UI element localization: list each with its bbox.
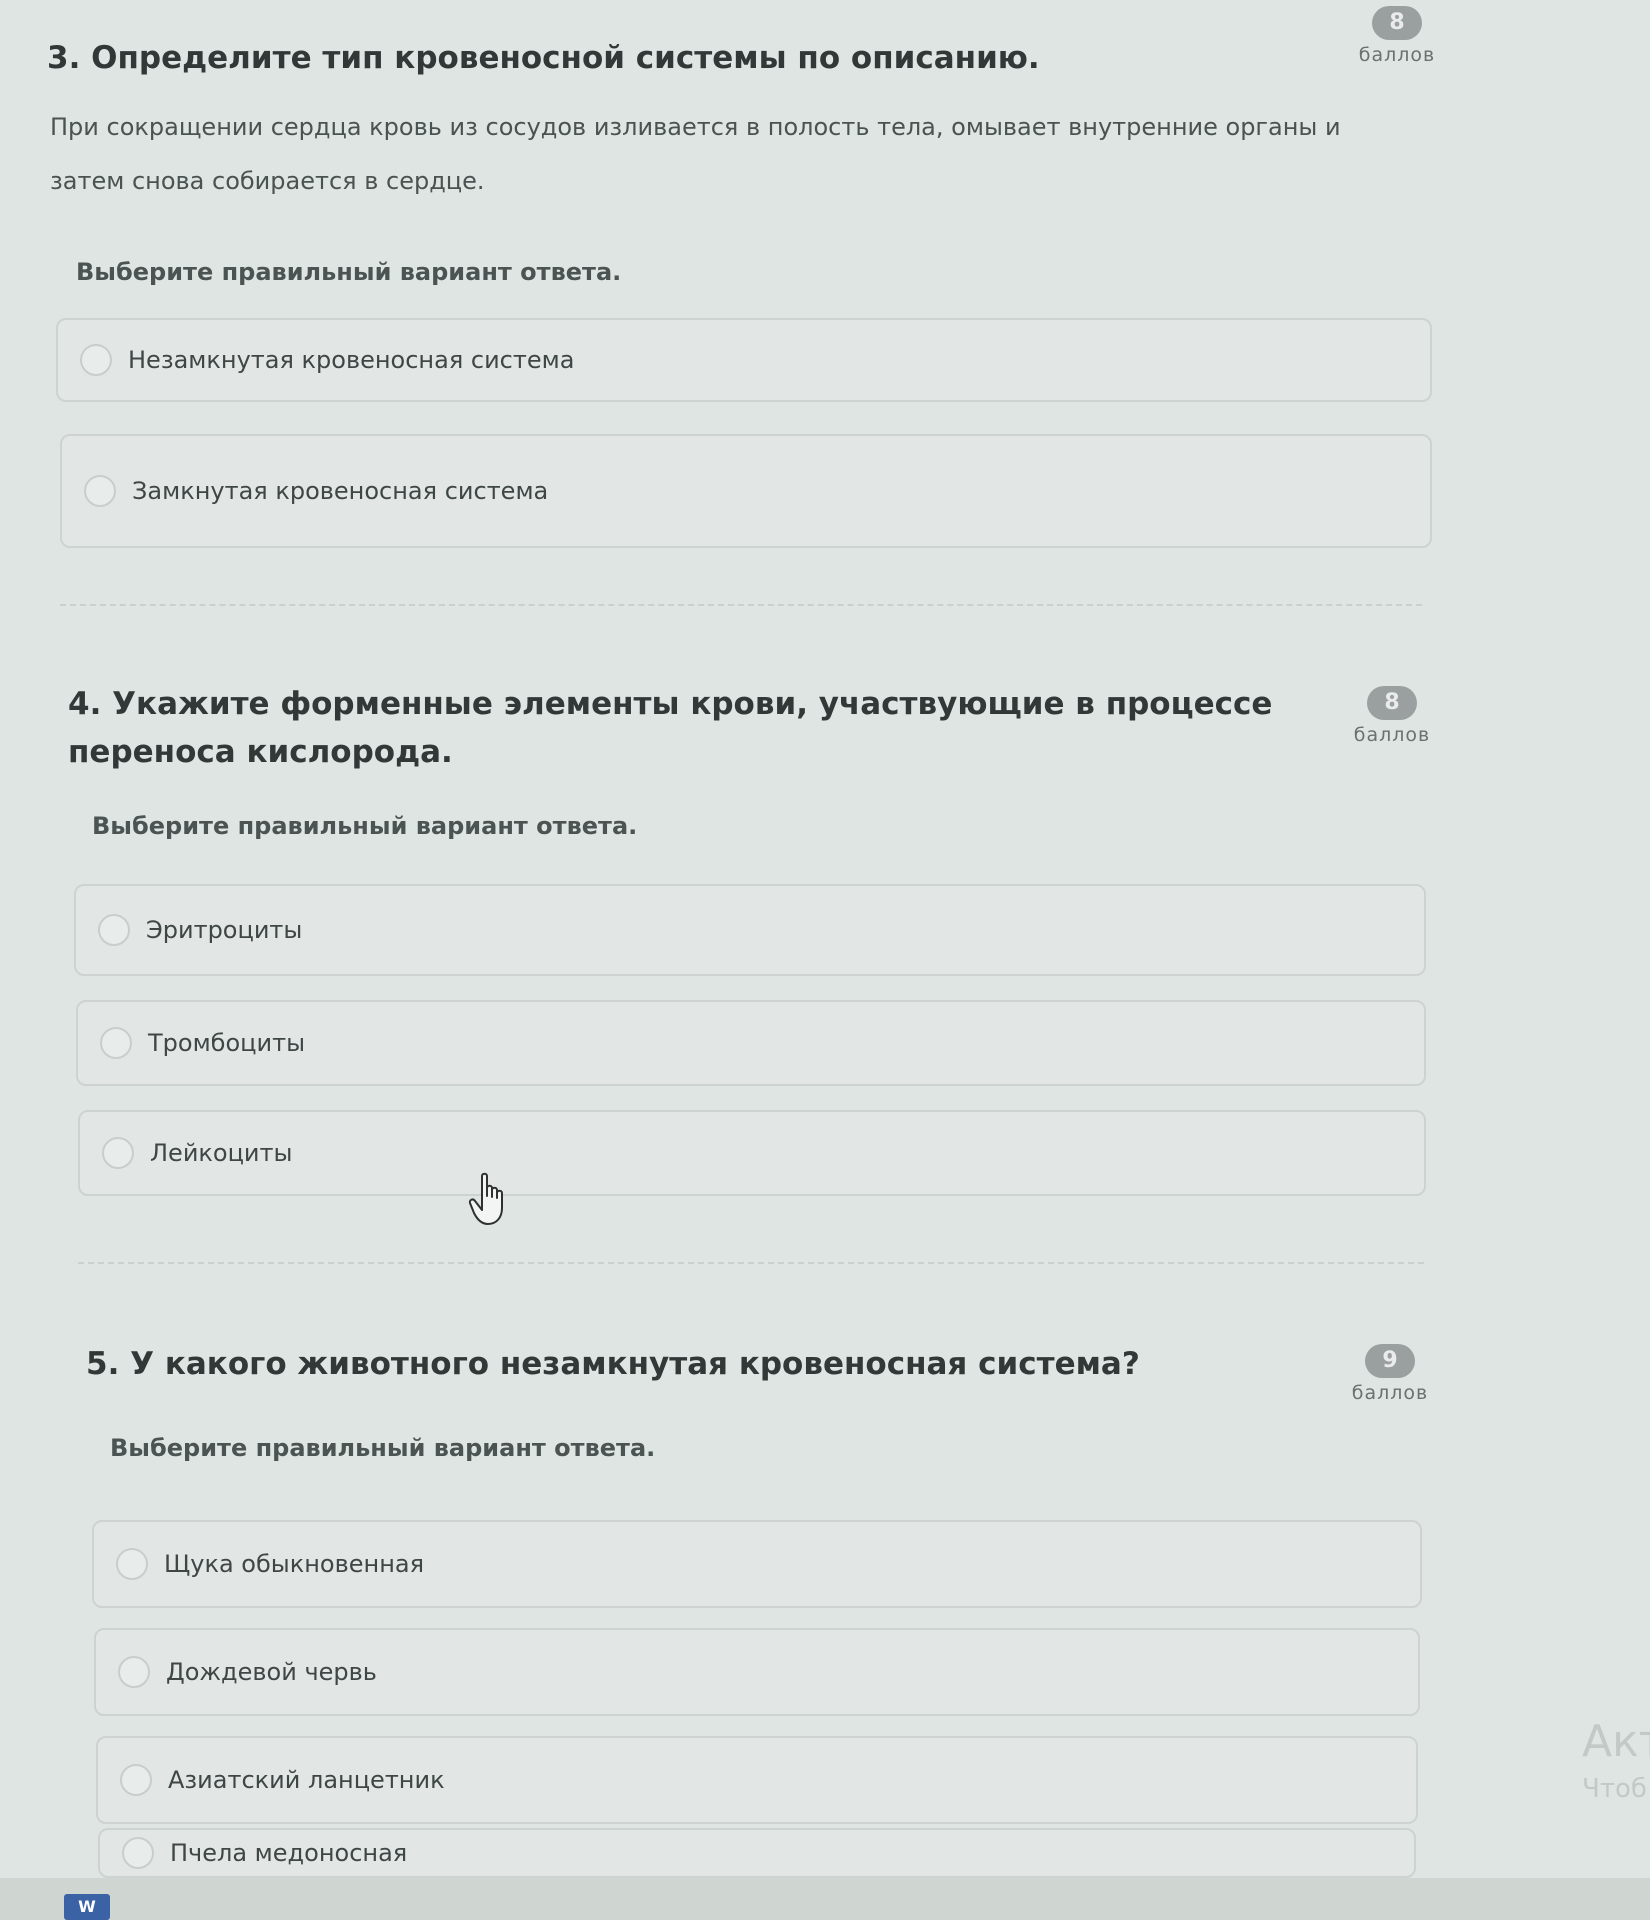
- answer-option[interactable]: Азиатский ланцетник: [96, 1736, 1418, 1824]
- answer-option[interactable]: Пчела медоносная: [98, 1828, 1416, 1878]
- radio-button[interactable]: [118, 1656, 150, 1688]
- answer-option[interactable]: Лейкоциты: [78, 1110, 1426, 1196]
- section-divider: [60, 604, 1422, 606]
- score-badge: 8: [1367, 686, 1417, 720]
- taskbar: [0, 1878, 1650, 1920]
- radio-button[interactable]: [102, 1137, 134, 1169]
- answer-option[interactable]: Замкнутая кровеносная система: [60, 434, 1432, 548]
- question-title: 3. Определите тип кровеносной системы по…: [47, 40, 1040, 76]
- option-label: Щука обыкновенная: [164, 1550, 425, 1578]
- score-block: 9 баллов: [1345, 1344, 1435, 1404]
- option-label: Эритроциты: [146, 916, 303, 944]
- answer-option[interactable]: Незамкнутая кровеносная система: [56, 318, 1432, 402]
- score-label: баллов: [1358, 44, 1436, 66]
- score-block: 8 баллов: [1352, 6, 1442, 66]
- radio-button[interactable]: [84, 475, 116, 507]
- answer-option[interactable]: Щука обыкновенная: [92, 1520, 1422, 1608]
- score-badge: 9: [1365, 1344, 1415, 1378]
- option-label: Незамкнутая кровеносная система: [128, 346, 575, 374]
- radio-button[interactable]: [116, 1548, 148, 1580]
- radio-button[interactable]: [122, 1837, 154, 1869]
- question-description: При сокращении сердца кровь из сосудов и…: [50, 113, 1341, 195]
- activation-watermark-text: Чтоб: [1582, 1774, 1647, 1804]
- answer-option[interactable]: Тромбоциты: [76, 1000, 1426, 1086]
- radio-button[interactable]: [100, 1027, 132, 1059]
- score-block: 8 баллов: [1347, 686, 1437, 746]
- activation-watermark-title: Акт: [1582, 1716, 1650, 1767]
- instruction-text: Выберите правильный вариант ответа.: [92, 812, 638, 840]
- answer-option[interactable]: Дождевой червь: [94, 1628, 1420, 1716]
- question-title: 5. У какого животного незамкнутая кровен…: [86, 1346, 1140, 1382]
- answer-option[interactable]: Эритроциты: [74, 884, 1426, 976]
- radio-button[interactable]: [120, 1764, 152, 1796]
- option-label: Замкнутая кровеносная система: [132, 477, 549, 505]
- instruction-text: Выберите правильный вариант ответа.: [110, 1434, 656, 1462]
- score-label: баллов: [1353, 724, 1431, 746]
- score-badge: 8: [1372, 6, 1422, 40]
- word-icon[interactable]: W: [64, 1894, 110, 1920]
- question-title: 4. Укажите форменные элементы крови, уча…: [68, 686, 1273, 770]
- instruction-text: Выберите правильный вариант ответа.: [76, 258, 622, 286]
- test-page: 3. Определите тип кровеносной системы по…: [0, 0, 1650, 1920]
- score-label: баллов: [1351, 1382, 1429, 1404]
- option-label: Дождевой червь: [166, 1658, 377, 1686]
- option-label: Лейкоциты: [150, 1139, 293, 1167]
- section-divider: [78, 1262, 1424, 1264]
- option-label: Пчела медоносная: [170, 1839, 408, 1867]
- option-label: Азиатский ланцетник: [168, 1766, 445, 1794]
- radio-button[interactable]: [98, 914, 130, 946]
- hand-pointer-icon: [468, 1172, 503, 1225]
- radio-button[interactable]: [80, 344, 112, 376]
- option-label: Тромбоциты: [148, 1029, 306, 1057]
